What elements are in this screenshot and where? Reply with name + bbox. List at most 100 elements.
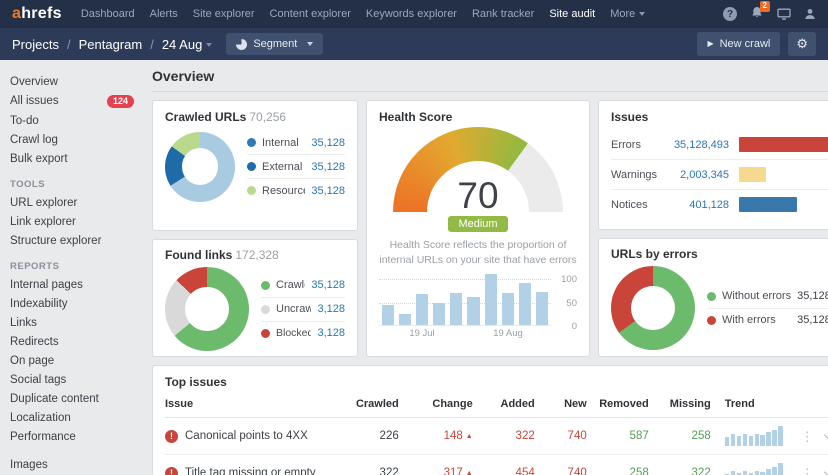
warnings-value-link[interactable]: 2,003,345 [663, 169, 729, 181]
nav-item-alerts[interactable]: Alerts [150, 8, 178, 20]
column-header-issue[interactable]: Issue [165, 398, 337, 410]
trend-x-axis: 19 Jul 19 Aug [379, 326, 551, 340]
column-header-new[interactable]: New [535, 398, 587, 410]
column-header-change[interactable]: Change [399, 398, 473, 410]
urls-by-errors-donut-chart [611, 266, 695, 350]
sidebar-item-url-explorer[interactable]: URL explorer [10, 193, 134, 212]
nav-item-site-explorer[interactable]: Site explorer [193, 8, 255, 20]
sidebar-item-performance[interactable]: Performance [10, 427, 134, 446]
nav-item-content-explorer[interactable]: Content explorer [270, 8, 351, 20]
without-errors-dot-icon [707, 292, 716, 301]
bar [778, 463, 782, 475]
errors-bar-track [739, 137, 828, 152]
sidebar-item-localization[interactable]: Localization [10, 408, 134, 427]
health-score-title: Health Score [379, 110, 577, 124]
sidebar-item-overview[interactable]: Overview [10, 72, 134, 91]
nav-item-rank-tracker[interactable]: Rank tracker [472, 8, 534, 20]
added-cell[interactable]: 454 [473, 467, 535, 475]
missing-cell[interactable]: 322 [649, 467, 711, 475]
help-icon[interactable]: ? [723, 7, 737, 21]
nav-item-dashboard[interactable]: Dashboard [81, 8, 135, 20]
expand-chevron-icon[interactable] [824, 430, 828, 440]
new-crawl-button[interactable]: ▶ New crawl [697, 32, 780, 56]
issues-row-warnings: Warnings2,003,345 [611, 159, 828, 189]
nav-item-keywords-explorer[interactable]: Keywords explorer [366, 8, 457, 20]
removed-cell[interactable]: 587 [587, 430, 649, 442]
errors-value-link[interactable]: 35,128,493 [663, 139, 729, 151]
expand-chevron-icon[interactable] [824, 467, 828, 475]
gear-icon: ⚙ [796, 36, 808, 52]
blocked-value-link[interactable]: 3,128 [311, 327, 345, 339]
uncrawled-value-link[interactable]: 3,128 [311, 303, 345, 315]
sidebar-item-bulk-export[interactable]: Bulk export [10, 149, 134, 168]
without-errors-value: 35,128 [791, 290, 828, 302]
ahrefs-logo[interactable]: ahrefs [12, 5, 62, 23]
external-dot-icon [247, 162, 256, 171]
crawled-urls-total: 70,256 [249, 110, 286, 124]
sidebar-item-links[interactable]: Links [10, 313, 134, 332]
found-links-donut-chart [165, 267, 249, 351]
urls-by-errors-title: URLs by errors [611, 247, 828, 261]
logo-rest: hrefs [21, 5, 62, 22]
resources-value-link[interactable]: 35,128 [305, 185, 345, 197]
increase-triangle-icon: ▲ [466, 470, 473, 475]
change-cell[interactable]: 148▲ [399, 430, 473, 442]
added-cell[interactable]: 322 [473, 430, 535, 442]
breadcrumb-project-name[interactable]: Pentagram [79, 37, 143, 52]
chevron-down-icon [206, 43, 212, 47]
new-cell[interactable]: 740 [535, 430, 587, 442]
main-content: Overview Crawled URLs70,256 Internal35,1… [140, 60, 828, 475]
column-header-trend: Trend [711, 398, 785, 410]
sidebar-item-redirects[interactable]: Redirects [10, 332, 134, 351]
column-header-added[interactable]: Added [473, 398, 535, 410]
health-score-badge: Medium [448, 216, 507, 232]
issue-link[interactable]: Canonical points to 4XX [185, 430, 308, 442]
crawl-date-dropdown[interactable]: 24 Aug [162, 37, 213, 52]
sidebar-item-images[interactable]: Images [10, 455, 134, 474]
sidebar-item-link-explorer[interactable]: Link explorer [10, 212, 134, 231]
row-menu-icon[interactable]: ⋮ [801, 467, 814, 475]
notices-value-link[interactable]: 401,128 [663, 199, 729, 211]
issue-link[interactable]: Title tag missing or empty [185, 467, 316, 475]
bar [536, 292, 548, 325]
nav-item-site-audit[interactable]: Site audit [549, 8, 595, 20]
row-menu-icon[interactable]: ⋮ [801, 430, 814, 443]
health-score-description: Health Score reflects the proportion of … [379, 238, 577, 267]
sidebar-item-on-page[interactable]: On page [10, 351, 134, 370]
crawled-urls-card: Crawled URLs70,256 Internal35,128 Extern… [152, 100, 358, 231]
column-header-crawled[interactable]: Crawled [337, 398, 399, 410]
increase-triangle-icon: ▲ [466, 433, 473, 440]
removed-cell[interactable]: 258 [587, 467, 649, 475]
breadcrumb-projects[interactable]: Projects [12, 37, 59, 52]
change-cell[interactable]: 317▲ [399, 467, 473, 475]
sidebar-item-duplicate-content[interactable]: Duplicate content [10, 389, 134, 408]
sidebar-item-todo[interactable]: To-do [10, 111, 134, 130]
settings-button[interactable]: ⚙ [788, 32, 816, 56]
external-value-link[interactable]: 35,128 [305, 161, 345, 173]
sidebar-item-all-issues[interactable]: All issues124 [10, 91, 134, 111]
trend-sparkline [725, 463, 783, 475]
internal-value-link[interactable]: 35,128 [305, 137, 345, 149]
sidebar-item-social-tags[interactable]: Social tags [10, 370, 134, 389]
legend-item-crawled: Crawled35,128 [261, 274, 345, 297]
sidebar-item-structure-explorer[interactable]: Structure explorer [10, 231, 134, 250]
sidebar-item-internal-pages[interactable]: Internal pages [10, 275, 134, 294]
project-subheader: Projects / Pentagram / 24 Aug Segment ▶ … [0, 28, 828, 60]
notifications-bell[interactable]: 2 [750, 6, 764, 22]
sidebar-item-crawl-log[interactable]: Crawl log [10, 130, 134, 149]
nav-item-more[interactable]: More [610, 8, 645, 20]
new-cell[interactable]: 740 [535, 467, 587, 475]
y-tick-50: 50 [555, 298, 577, 309]
column-header-removed[interactable]: Removed [587, 398, 649, 410]
issues-count-badge: 124 [107, 95, 134, 108]
user-profile-icon[interactable] [804, 8, 816, 20]
legend-item-blocked: Blocked by robots.txt3,128 [261, 321, 345, 345]
legend-item-without-errors: Without errors35,128 [707, 285, 828, 308]
sidebar-item-indexability[interactable]: Indexability [10, 294, 134, 313]
monitor-icon[interactable] [777, 8, 791, 20]
bar [467, 297, 479, 325]
missing-cell[interactable]: 258 [649, 430, 711, 442]
crawled-value-link[interactable]: 35,128 [305, 279, 345, 291]
column-header-missing[interactable]: Missing [649, 398, 711, 410]
segment-button[interactable]: Segment [226, 33, 323, 55]
